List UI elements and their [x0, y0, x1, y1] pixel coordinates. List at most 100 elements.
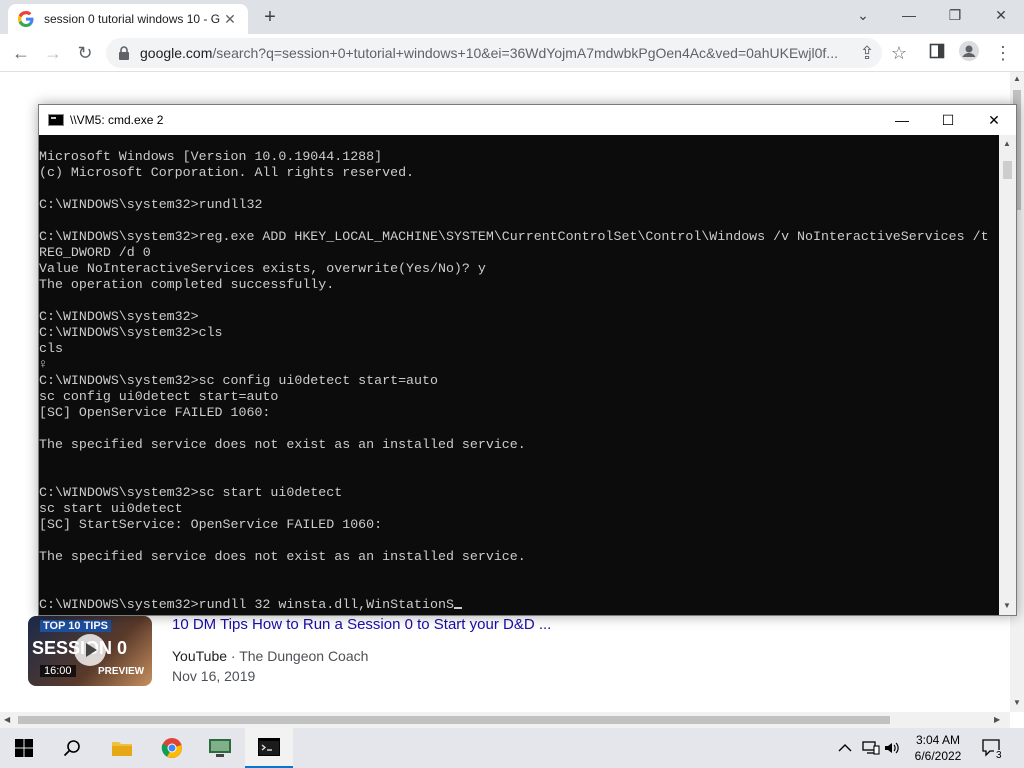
lock-icon[interactable]	[118, 46, 130, 60]
cmd-output-line: C:\WINDOWS\system32>	[39, 309, 199, 324]
scroll-left-icon[interactable]: ◀	[4, 715, 10, 724]
bookmark-star-icon[interactable]: ☆	[886, 41, 912, 65]
result-title-link[interactable]: 10 DM Tips How to Run a Session 0 to Sta…	[172, 616, 551, 633]
folder-icon	[112, 742, 132, 756]
clock-time: 3:04 AM	[915, 733, 961, 747]
browser-tabstrip: session 0 tutorial windows 10 - G ✕ + ⌄ …	[0, 0, 1024, 34]
cmd-output-line: sc start ui0detect	[39, 501, 183, 516]
profile-avatar-icon[interactable]	[956, 41, 982, 65]
taskbar-chrome[interactable]	[148, 728, 196, 768]
url-text: google.com/search?q=session+0+tutorial+w…	[140, 45, 882, 61]
browser-minimize-button[interactable]: —	[886, 0, 932, 30]
video-result[interactable]: TOP 10 TIPS SESSION 0 16:00 PREVIEW 10 D…	[28, 616, 988, 686]
browser-toolbar: ← → ↻ google.com/search?q=session+0+tuto…	[0, 34, 1024, 72]
cmd-output-line: C:\WINDOWS\system32>sc config ui0detect …	[39, 373, 438, 388]
result-channel: The Dungeon Coach	[239, 648, 369, 664]
cmd-output-line: Microsoft Windows [Version 10.0.19044.12…	[39, 149, 383, 164]
result-date: Nov 16, 2019	[172, 668, 256, 684]
video-duration: 16:00	[40, 665, 76, 677]
cmd-output-line: ♀	[39, 357, 47, 372]
forward-icon[interactable]: →	[40, 41, 66, 65]
new-tab-button[interactable]: +	[258, 6, 282, 30]
cmd-output-line: (c) Microsoft Corporation. All rights re…	[39, 165, 415, 180]
back-icon[interactable]: ←	[8, 41, 34, 65]
search-button[interactable]	[48, 728, 96, 768]
reload-icon[interactable]: ↻	[72, 41, 98, 65]
clock-date: 6/6/2022	[914, 749, 962, 763]
cmd-app-icon	[48, 114, 64, 126]
result-site: YouTube	[172, 648, 228, 664]
cmd-titlebar[interactable]: \\VM5: cmd.exe 2 — ☐ ✕	[39, 105, 1016, 135]
browser-menu-icon[interactable]: ⋮	[990, 41, 1016, 65]
tab-search-icon[interactable]: ⌄	[840, 0, 886, 30]
video-thumbnail[interactable]: TOP 10 TIPS SESSION 0 16:00 PREVIEW	[28, 616, 152, 686]
cmd-output-line: C:\WINDOWS\system32>sc start ui0detect	[39, 485, 343, 500]
cmd-output-line: [SC] OpenService FAILED 1060:	[39, 405, 271, 420]
text-cursor	[453, 607, 462, 609]
cmd-output-line: Value NoInteractiveServices exists, over…	[39, 261, 486, 276]
avatar-glyph	[959, 41, 979, 61]
cmd-output-line: C:\WINDOWS\system32>cls	[39, 325, 223, 340]
notification-count: 3	[994, 750, 1004, 761]
windows-logo-icon	[15, 739, 33, 757]
url-path: /search?q=session+0+tutorial+windows+10&…	[212, 45, 838, 61]
chrome-icon	[161, 738, 182, 758]
url-host: google.com	[140, 45, 213, 61]
cmd-scroll-up-icon[interactable]: ▲	[1003, 139, 1011, 148]
tab-close-icon[interactable]: ✕	[222, 11, 238, 28]
cmd-taskbar-icon	[258, 738, 280, 756]
cmd-output-line: The specified service does not exist as …	[39, 437, 526, 452]
side-panel-glyph	[929, 43, 945, 59]
search-icon	[63, 740, 80, 757]
cmd-output-line: C:\WINDOWS\system32>rundll32	[39, 197, 263, 212]
speaker-glyph	[885, 742, 899, 754]
taskbar-cmd[interactable]	[245, 728, 293, 768]
browser-close-button[interactable]: ✕	[978, 0, 1024, 30]
address-bar[interactable]: google.com/search?q=session+0+tutorial+w…	[106, 38, 882, 68]
thumb-top-text: TOP 10 TIPS	[40, 620, 112, 632]
taskbar-file-explorer[interactable]	[98, 728, 146, 768]
cmd-window[interactable]: \\VM5: cmd.exe 2 — ☐ ✕ Microsoft Windows…	[38, 104, 1017, 616]
page-horizontal-scrollbar[interactable]: ◀ ▶	[0, 712, 1010, 728]
screen: session 0 tutorial windows 10 - G ✕ + ⌄ …	[0, 0, 1024, 768]
cmd-close-button[interactable]: ✕	[971, 105, 1017, 135]
result-source: YouTube · The Dungeon Coach	[172, 648, 368, 664]
tab-title: session 0 tutorial windows 10 - G	[44, 12, 221, 26]
scroll-up-icon[interactable]: ▲	[1013, 74, 1021, 83]
start-button[interactable]	[0, 728, 48, 768]
browser-restore-button[interactable]: ❐	[932, 0, 978, 30]
result-separator: ·	[227, 648, 240, 664]
taskbar: 3:04 AM 6/6/2022 3	[0, 728, 1024, 768]
cmd-scroll-down-icon[interactable]: ▼	[1003, 601, 1011, 610]
cmd-output-line: [SC] StartService: OpenService FAILED 10…	[39, 517, 383, 532]
side-panel-icon[interactable]	[924, 41, 950, 65]
cmd-console[interactable]: Microsoft Windows [Version 10.0.19044.12…	[39, 135, 999, 615]
cmd-output-line: C:\WINDOWS\system32>reg.exe ADD HKEY_LOC…	[39, 229, 989, 244]
page-hscroll-thumb[interactable]	[18, 716, 890, 724]
scroll-down-icon[interactable]: ▼	[1013, 698, 1021, 707]
cmd-minimize-button[interactable]: —	[879, 105, 925, 135]
cmd-scroll-thumb[interactable]	[1003, 161, 1012, 179]
cmd-output-line: cls	[39, 341, 63, 356]
chevron-up-icon	[838, 744, 852, 752]
remote-desktop-icon	[209, 739, 231, 757]
network-glyph	[862, 741, 880, 755]
cmd-output-line: C:\WINDOWS\system32>rundll 32 winsta.dll…	[39, 597, 462, 613]
network-icon[interactable]	[862, 728, 880, 768]
cmd-maximize-button[interactable]: ☐	[925, 105, 971, 135]
speaker-icon[interactable]	[884, 728, 900, 768]
scroll-right-icon[interactable]: ▶	[994, 715, 1000, 724]
taskbar-remote-app[interactable]	[196, 728, 244, 768]
preview-label: PREVIEW	[98, 666, 145, 677]
cmd-scrollbar[interactable]: ▲ ▼	[999, 135, 1016, 615]
share-icon[interactable]: ⇪	[854, 41, 880, 65]
cmd-output-line: sc config ui0detect start=auto	[39, 389, 279, 404]
google-icon	[18, 11, 34, 27]
play-icon[interactable]	[74, 634, 106, 666]
cmd-window-title: \\VM5: cmd.exe 2	[70, 113, 164, 127]
notification-center[interactable]: 3	[982, 728, 1004, 768]
taskbar-clock[interactable]: 3:04 AM 6/6/2022	[900, 732, 976, 764]
cmd-output-line: The specified service does not exist as …	[39, 549, 526, 564]
browser-tab[interactable]: session 0 tutorial windows 10 - G ✕	[8, 4, 248, 34]
tray-overflow-icon[interactable]	[838, 728, 852, 768]
